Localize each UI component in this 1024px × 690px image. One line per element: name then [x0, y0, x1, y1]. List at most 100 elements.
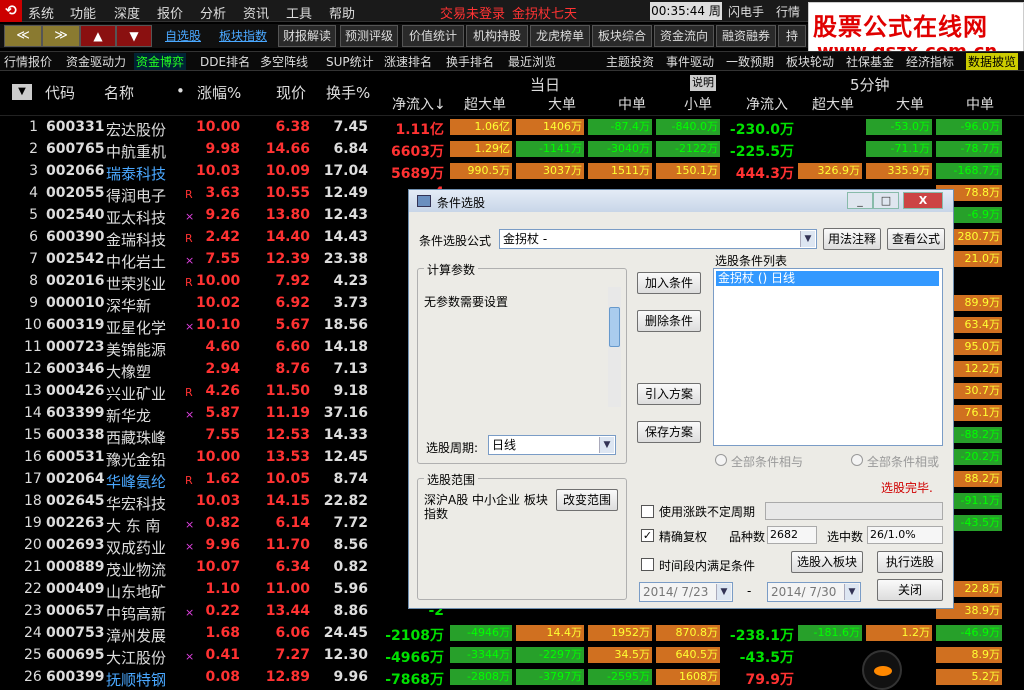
tab-rotation[interactable]: 板块轮动	[786, 53, 834, 70]
tab-capital-drive[interactable]: 资金驱动力	[66, 53, 126, 70]
date-to-select[interactable]: 2014/ 7/30 ▼	[767, 582, 861, 602]
tab-quotes[interactable]: 行情报价	[4, 53, 52, 70]
nav-back-button[interactable]: ≪	[4, 25, 42, 47]
menu-function[interactable]: 功能	[70, 3, 96, 22]
add-to-block-button[interactable]: 选股入板块	[791, 551, 863, 573]
tab-event[interactable]: 事件驱动	[666, 53, 714, 70]
tab-sup-stats[interactable]: SUP统计	[326, 53, 374, 70]
period-select[interactable]: 日线 ▼	[488, 435, 616, 455]
menu-flash-trade[interactable]: 闪电手	[728, 3, 764, 20]
toolbar-block-index[interactable]: 板块指数	[214, 25, 272, 47]
save-plan-button[interactable]: 保存方案	[637, 421, 701, 443]
params-scrollbar[interactable]	[608, 287, 621, 407]
toolbar-margin[interactable]: 融资融券	[716, 25, 776, 47]
app-logo-icon[interactable]: ⟲	[0, 0, 22, 22]
change-percent: 10.00	[196, 119, 241, 135]
toolbar-block-summary[interactable]: 板块综合	[592, 25, 652, 47]
stock-name: 大 东 南	[106, 517, 161, 535]
col-small[interactable]: 小单	[684, 94, 712, 114]
menu-quotes[interactable]: 行情	[776, 3, 800, 20]
table-row[interactable]: 3 002066 瑞泰科技 10.03 10.09 17.04 5689万 990.5万 303…	[0, 160, 1024, 183]
menu-analysis[interactable]: 分析	[200, 3, 226, 22]
menu-tools[interactable]: 工具	[286, 3, 312, 22]
nav-forward-button[interactable]: ≫	[42, 25, 80, 47]
radio-all-or[interactable]	[851, 454, 863, 466]
col-change[interactable]: 涨幅%	[197, 82, 241, 103]
tab-theme[interactable]: 主题投资	[606, 53, 654, 70]
date-from-select[interactable]: 2014/ 7/23 ▼	[639, 582, 733, 602]
toolbar-capital-flow[interactable]: 资金流向	[654, 25, 714, 47]
radio-all-and[interactable]	[715, 454, 727, 466]
scroll-thumb[interactable]	[609, 307, 620, 347]
col-price[interactable]: 现价	[276, 82, 306, 103]
use-undetermined-checkbox[interactable]	[641, 505, 654, 518]
tab-capital-game[interactable]: 资金博弈	[134, 53, 187, 70]
table-row[interactable]: 1 600331 宏达股份 10.00 6.38 7.45 1.11亿 1.06亿 1406万 -…	[0, 116, 1024, 139]
toolbar-report[interactable]: 财报解读	[278, 25, 336, 47]
tab-economy[interactable]: 经济指标	[906, 53, 954, 70]
view-formula-button[interactable]: 查看公式	[887, 228, 945, 250]
menu-news[interactable]: 资讯	[243, 3, 269, 22]
run-screening-button[interactable]: 执行选股	[877, 551, 943, 573]
tab-turnover-rank[interactable]: 换手排名	[446, 53, 494, 70]
time-period-checkbox[interactable]	[641, 558, 654, 571]
chevron-down-icon[interactable]: ▼	[716, 584, 731, 600]
menu-system[interactable]: 系统	[28, 3, 54, 22]
tab-recent[interactable]: 最近浏览	[508, 53, 556, 70]
add-condition-button[interactable]: 加入条件	[637, 272, 701, 294]
explain-button[interactable]: 说明	[690, 75, 716, 91]
col-turnover[interactable]: 换手%	[326, 82, 370, 103]
close-button[interactable]: 关闭	[877, 579, 943, 601]
table-row[interactable]: 2 600765 中航重机 9.98 14.66 6.84 6603万 1.29亿 -1141万…	[0, 138, 1024, 161]
turnover: 7.72	[333, 515, 368, 531]
toolbar-forecast[interactable]: 预测评级	[340, 25, 398, 47]
chevron-down-icon[interactable]: ▼	[844, 584, 859, 600]
stock-name: 山东地矿	[106, 583, 167, 601]
col-super-large-5m[interactable]: 超大单	[812, 94, 854, 114]
tab-data[interactable]: 数据披览	[966, 53, 1019, 70]
up-arrow-icon[interactable]: ▲	[80, 25, 116, 47]
no-params-text: 无参数需要设置	[424, 295, 509, 309]
tab-social-fund[interactable]: 社保基金	[846, 53, 894, 70]
chevron-down-icon[interactable]: ▼	[599, 437, 614, 453]
import-plan-button[interactable]: 引入方案	[637, 383, 701, 405]
menu-help[interactable]: 帮助	[329, 3, 355, 22]
minimize-button[interactable]: _	[847, 192, 873, 209]
col-large-5m[interactable]: 大单	[896, 94, 924, 114]
tab-speed-rank[interactable]: 涨速排名	[384, 53, 432, 70]
delete-condition-button[interactable]: 删除条件	[637, 310, 701, 332]
usage-notes-button[interactable]: 用法注释	[823, 228, 881, 250]
change-range-button[interactable]: 改变范围	[556, 489, 618, 511]
dialog-titlebar[interactable]: 条件选股 _ □ X	[409, 190, 953, 212]
formula-select[interactable]: 金拐杖 - ▼	[499, 229, 817, 249]
col-large[interactable]: 大单	[548, 94, 576, 114]
col-medium-5m[interactable]: 中单	[966, 94, 994, 114]
tab-dde-rank[interactable]: DDE排名	[200, 53, 250, 70]
toolbar-holdings[interactable]: 持	[778, 25, 806, 47]
table-row[interactable]: 24 000753 漳州发展 1.68 6.06 24.45 -2108万 -4946万 14.…	[0, 622, 1024, 645]
toolbar-institution[interactable]: 机构持股	[466, 25, 528, 47]
down-arrow-icon[interactable]: ▼	[116, 25, 152, 47]
col-medium[interactable]: 中单	[618, 94, 646, 114]
toolbar-watchlist[interactable]: 自选股	[158, 25, 208, 47]
column-menu-icon[interactable]: ▼	[12, 84, 32, 100]
menu-quote[interactable]: 报价	[157, 3, 183, 22]
col-net-inflow-5m[interactable]: 净流入	[746, 94, 788, 114]
condition-list[interactable]: 金拐杖 () 日线	[713, 268, 943, 446]
toolbar-dragon-tiger[interactable]: 龙虎榜单	[530, 25, 590, 47]
tab-long-short[interactable]: 多空阵线	[260, 53, 308, 70]
login-status[interactable]: 交易未登录	[440, 3, 505, 22]
row-index: 5	[29, 207, 38, 223]
close-icon[interactable]: X	[903, 192, 943, 209]
tab-consensus[interactable]: 一致预期	[726, 53, 774, 70]
col-net-inflow[interactable]: 净流入↓	[392, 94, 446, 114]
menu-depth[interactable]: 深度	[114, 3, 140, 22]
col-super-large[interactable]: 超大单	[464, 94, 506, 114]
col-name[interactable]: 名称	[104, 82, 134, 103]
col-code[interactable]: 代码	[45, 82, 75, 103]
maximize-button[interactable]: □	[873, 192, 899, 209]
toolbar-value[interactable]: 价值统计	[402, 25, 464, 47]
chevron-down-icon[interactable]: ▼	[800, 231, 815, 247]
precise-adjust-checkbox[interactable]: ✓	[641, 529, 654, 542]
condition-item[interactable]: 金拐杖 () 日线	[716, 271, 939, 286]
